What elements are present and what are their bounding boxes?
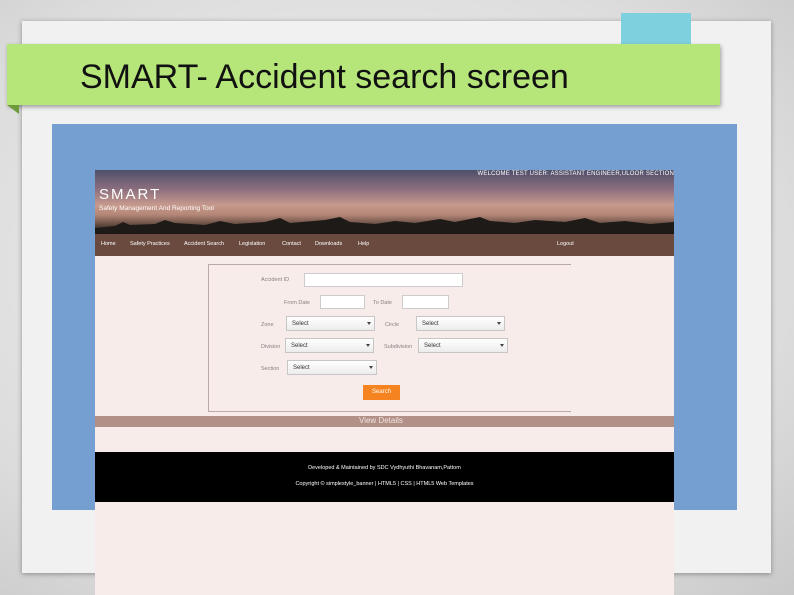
chevron-down-icon <box>367 322 371 325</box>
nav-accident-search[interactable]: Accident Search <box>184 241 224 247</box>
nav-home[interactable]: Home <box>101 241 116 247</box>
treeline-silhouette <box>95 217 674 234</box>
search-button[interactable]: Search <box>363 385 400 400</box>
welcome-text: WELCOME TEST USER: ASSISTANT ENGINEER,UL… <box>477 171 674 177</box>
chevron-down-icon <box>369 366 373 369</box>
main-nav: Home Safety Practices Accident Search Le… <box>95 234 674 256</box>
zone-select-value: Select <box>292 321 309 327</box>
nav-downloads[interactable]: Downloads <box>315 241 342 247</box>
view-details-link[interactable]: View Details <box>359 416 403 425</box>
app-footer: Developed & Maintained by SDC Vydhyuthi … <box>95 452 674 502</box>
chevron-down-icon <box>500 344 504 347</box>
subdivision-select[interactable]: Select <box>418 338 508 353</box>
nav-contact[interactable]: Contact <box>282 241 301 247</box>
chevron-down-icon <box>366 344 370 347</box>
footer-copyright: Copyright © simplestyle_banner | HTML5 |… <box>295 481 474 487</box>
nav-help[interactable]: Help <box>358 241 369 247</box>
app-logo: SMART <box>99 186 162 203</box>
circle-label: Circle <box>385 322 400 328</box>
view-details-bar: View Details <box>95 416 674 427</box>
division-label: Division <box>261 344 281 350</box>
accident-id-label: Accident ID <box>261 277 290 283</box>
app-tagline: Safety Management And Reporting Tool <box>99 205 214 212</box>
circle-select[interactable]: Select <box>416 316 505 331</box>
footer-credits: Developed & Maintained by SDC Vydhyuthi … <box>308 465 461 471</box>
subdivision-select-value: Select <box>424 343 441 349</box>
to-date-input[interactable] <box>402 295 449 309</box>
nav-legislation[interactable]: Legislation <box>239 241 265 247</box>
title-banner-fold <box>7 105 19 114</box>
section-select-value: Select <box>293 365 310 371</box>
section-select[interactable]: Select <box>287 360 377 375</box>
app-header: WELCOME TEST USER: ASSISTANT ENGINEER,UL… <box>95 170 674 234</box>
accident-id-input[interactable] <box>304 273 463 287</box>
division-select[interactable]: Select <box>285 338 374 353</box>
zone-select[interactable]: Select <box>286 316 375 331</box>
zone-label: Zone <box>261 322 274 328</box>
accident-search-form: Accident ID From Date To Date Zone Selec… <box>208 264 571 412</box>
app-screenshot: WELCOME TEST USER: ASSISTANT ENGINEER,UL… <box>95 170 674 595</box>
from-date-input[interactable] <box>320 295 365 309</box>
circle-select-value: Select <box>422 321 439 327</box>
division-select-value: Select <box>291 343 308 349</box>
chevron-down-icon <box>497 322 501 325</box>
from-date-label: From Date <box>284 300 310 306</box>
slide-title: SMART- Accident search screen <box>80 58 569 96</box>
subdivision-label: Subdivision <box>384 344 413 350</box>
nav-logout[interactable]: Logout <box>557 241 574 247</box>
nav-safety-practices[interactable]: Safety Practices <box>130 241 170 247</box>
to-date-label: To Date <box>373 300 392 306</box>
section-label: Section <box>261 366 280 372</box>
